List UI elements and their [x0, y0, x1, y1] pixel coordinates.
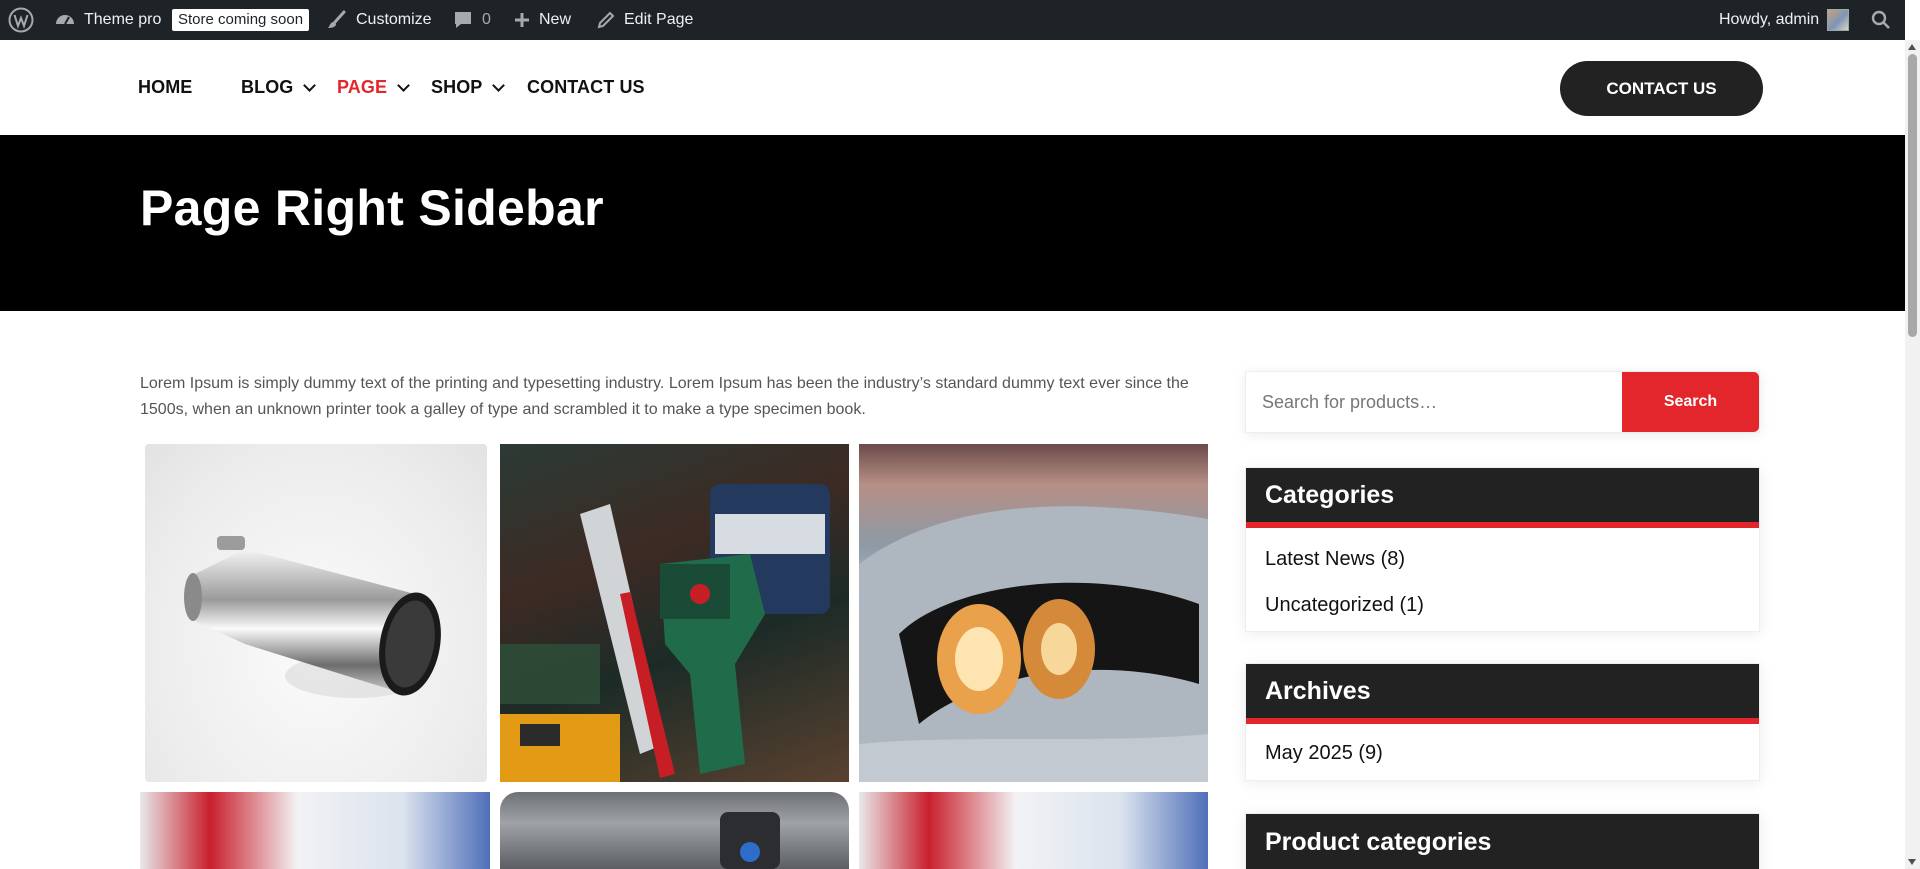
scroll-up-arrow-icon[interactable]: [1908, 44, 1916, 50]
product-categories-title: Product categories: [1246, 814, 1759, 869]
new-content-link[interactable]: New: [513, 0, 571, 40]
comments-link[interactable]: 0: [452, 0, 491, 40]
contact-us-button[interactable]: CONTACT US: [1560, 61, 1763, 116]
store-badge-label: Store coming soon: [172, 9, 310, 31]
nav-home-label: HOME: [138, 77, 193, 97]
scroll-down-arrow-icon[interactable]: [1908, 859, 1916, 865]
gallery-image-power-drill-tools[interactable]: [500, 444, 849, 782]
gallery-image-car-charger[interactable]: [500, 792, 849, 869]
scrollbar-thumb[interactable]: [1908, 54, 1917, 337]
archive-link[interactable]: May 2025 (9): [1265, 730, 1740, 776]
product-search-input[interactable]: [1246, 372, 1624, 432]
nav-contact-us[interactable]: CONTACT US: [527, 77, 645, 98]
chevron-down-icon: [397, 78, 410, 92]
page-scrollbar[interactable]: [1905, 40, 1920, 869]
site-header: HOME BLOG PAGE SHOP CONTACT US CONTACT U…: [0, 40, 1905, 135]
gallery-image-car-headlight[interactable]: [859, 444, 1208, 782]
chevron-down-icon: [492, 78, 506, 92]
admin-bar: Theme pro Store coming soon Customize 0 …: [0, 0, 1905, 40]
wordpress-logo-icon[interactable]: [8, 0, 34, 40]
site-name-link[interactable]: Theme pro: [54, 0, 161, 40]
greeting: Howdy, admin: [1719, 11, 1820, 28]
paintbrush-icon: [326, 9, 348, 31]
product-categories-widget: Product categories: [1245, 813, 1760, 869]
search-icon[interactable]: [1871, 0, 1891, 40]
page-title: Page Right Sidebar: [140, 180, 604, 236]
edit-page-link[interactable]: Edit Page: [596, 0, 693, 40]
nav-page-label: PAGE: [337, 77, 388, 97]
plus-icon: [513, 11, 531, 29]
nav-contact-label: CONTACT US: [527, 77, 645, 97]
comment-icon: [452, 9, 474, 31]
gallery-image-car-red-blue[interactable]: [859, 792, 1208, 869]
site-name: Theme pro: [84, 11, 162, 28]
archives-widget: Archives May 2025 (9): [1245, 663, 1760, 781]
category-link[interactable]: Uncategorized (1): [1265, 582, 1740, 628]
categories-title: Categories: [1246, 468, 1759, 528]
intro-paragraph: Lorem Ipsum is simply dummy text of the …: [140, 375, 1189, 418]
archives-title: Archives: [1246, 664, 1759, 724]
gallery-image-exhaust-tip[interactable]: [145, 444, 487, 782]
nav-page[interactable]: PAGE: [337, 77, 410, 98]
dashboard-icon: [54, 9, 76, 31]
nav-shop[interactable]: SHOP: [431, 77, 506, 98]
new-label: New: [539, 11, 572, 28]
edit-page-label: Edit Page: [624, 11, 694, 28]
avatar: [1827, 9, 1850, 31]
chevron-down-icon: [303, 78, 317, 92]
nav-blog[interactable]: BLOG: [241, 77, 317, 98]
gallery-image-car-red-blue[interactable]: [140, 792, 490, 869]
categories-widget: Categories Latest News (8) Uncategorized…: [1245, 467, 1760, 632]
my-account-link[interactable]: Howdy, admin: [1719, 0, 1850, 40]
customize-link[interactable]: Customize: [326, 0, 432, 40]
product-search-form: Search: [1245, 371, 1760, 433]
pencil-icon: [596, 10, 616, 30]
store-coming-soon-badge[interactable]: Store coming soon: [172, 0, 310, 40]
search-button[interactable]: Search: [1622, 372, 1759, 432]
customize-label: Customize: [356, 11, 432, 28]
nav-blog-label: BLOG: [241, 77, 294, 97]
page-hero: Page Right Sidebar: [0, 135, 1905, 311]
nav-shop-label: SHOP: [431, 77, 483, 97]
nav-home[interactable]: HOME: [138, 77, 192, 98]
category-link[interactable]: Latest News (8): [1265, 536, 1740, 582]
comments-count: 0: [482, 11, 491, 28]
